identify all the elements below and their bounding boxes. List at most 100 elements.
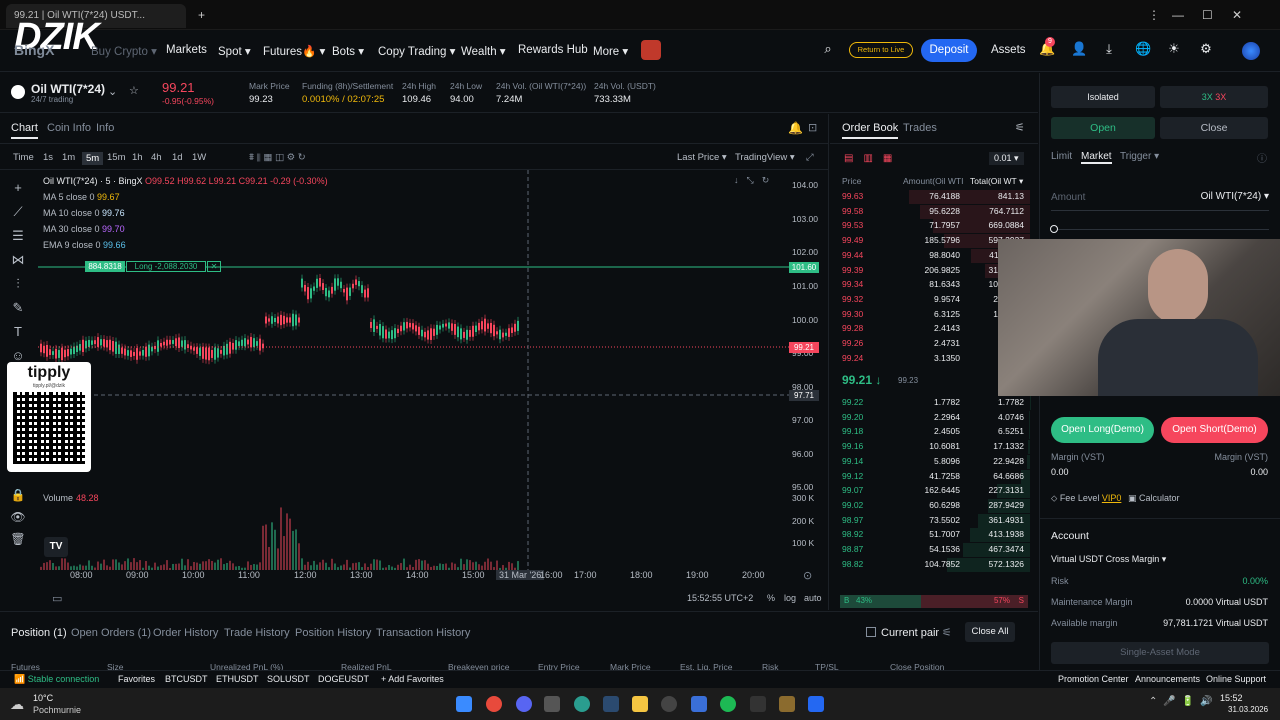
nav-buy-crypto[interactable]: Buy Crypto ▾ xyxy=(91,44,157,58)
timeframe-time[interactable]: Time xyxy=(13,152,34,163)
chart-controls-icon[interactable]: ↓⤡↻ xyxy=(734,175,777,186)
bingx-taskbar-icon[interactable] xyxy=(808,696,824,712)
app-icon[interactable] xyxy=(661,696,677,712)
account-type-select[interactable]: Virtual USDT Cross Margin ▾ xyxy=(1051,554,1166,565)
amount-unit-select[interactable]: Oil WTI(7*24) ▾ xyxy=(1201,191,1269,202)
avatar[interactable] xyxy=(1242,42,1260,60)
expand-icon[interactable]: ⊡ xyxy=(808,121,817,134)
announcements-link[interactable]: Announcements xyxy=(1135,674,1200,684)
theme-icon[interactable]: ☀ xyxy=(1167,42,1181,56)
nav-bots[interactable]: Bots ▾ xyxy=(332,44,364,58)
symbol-name[interactable]: Oil WTI(7*24) xyxy=(31,82,105,96)
order-book-row[interactable]: 98.92 51.7007 413.1938 xyxy=(830,528,1030,543)
tab-coin-info[interactable]: Coin Info xyxy=(47,122,91,134)
nav-futures[interactable]: Futures🔥 ▾ xyxy=(263,44,325,58)
steam-icon[interactable] xyxy=(603,696,619,712)
fee-level-link[interactable]: ⬦ Fee Level VIP0 xyxy=(1051,493,1121,504)
chrome-icon[interactable] xyxy=(486,696,502,712)
timeframe-1m[interactable]: 1m xyxy=(62,152,75,163)
leverage-button[interactable]: 3X 3X xyxy=(1160,86,1268,108)
tab-chart[interactable]: Chart xyxy=(11,122,38,139)
date-range-icon[interactable]: ▭ xyxy=(52,592,62,605)
tab-trade-history[interactable]: Trade History xyxy=(224,627,290,639)
folder-icon[interactable] xyxy=(632,696,648,712)
symbol-dropdown-icon[interactable]: ⌄ xyxy=(108,85,117,98)
close-tab[interactable]: Close xyxy=(1160,117,1268,139)
nav-copy-trading[interactable]: Copy Trading ▾ xyxy=(378,44,455,58)
settings-icon[interactable]: ⚙ xyxy=(1199,42,1213,56)
tab-transaction-history[interactable]: Transaction History xyxy=(376,627,470,639)
close-position-icon[interactable]: ✕ xyxy=(207,261,221,272)
alert-bell-icon[interactable]: 🔔 xyxy=(788,121,803,135)
timeframe-5m[interactable]: 5m xyxy=(82,152,104,165)
order-book-row[interactable]: 98.97 73.5502 361.4931 xyxy=(830,513,1030,528)
tab-position-history[interactable]: Position History xyxy=(295,627,371,639)
obs-icon[interactable] xyxy=(574,696,590,712)
maximize-button[interactable]: ☐ xyxy=(1202,8,1213,22)
tab-trades[interactable]: Trades xyxy=(903,122,937,134)
favorite-pair[interactable]: BTCUSDT xyxy=(165,674,208,684)
nav-markets[interactable]: Markets xyxy=(166,44,207,56)
search-icon[interactable]: ⌕ xyxy=(821,42,835,56)
single-asset-mode-button[interactable]: Single-Asset Mode xyxy=(1051,642,1269,664)
promotion-center-link[interactable]: Promotion Center xyxy=(1058,674,1129,684)
order-book-row[interactable]: 99.58 95.6228 764.7112 xyxy=(830,204,1030,219)
position-qty-tag[interactable]: 884.8318 xyxy=(85,261,125,272)
app-icon[interactable] xyxy=(691,696,707,712)
return-to-live-button[interactable]: Return to Live xyxy=(849,42,913,58)
app-icon[interactable] xyxy=(750,696,766,712)
globe-icon[interactable]: 🌐 xyxy=(1135,42,1151,56)
orderbook-settings-icon[interactable]: ⚟ xyxy=(1015,121,1025,134)
tab-positions[interactable]: Position (1) xyxy=(11,627,67,639)
add-favorites-button[interactable]: + Add Favorites xyxy=(381,674,444,684)
assets-link[interactable]: Assets xyxy=(991,44,1026,56)
tab-info[interactable]: Info xyxy=(96,122,114,134)
timeframe-15m[interactable]: 15m xyxy=(107,152,125,163)
new-tab-button[interactable]: + xyxy=(198,8,205,22)
price-chart[interactable] xyxy=(0,170,829,578)
nav-more[interactable]: More ▾ xyxy=(593,44,628,58)
current-pair-checkbox[interactable] xyxy=(866,627,876,637)
amount-slider[interactable] xyxy=(1051,229,1269,230)
book-view-icons[interactable]: ▤▥▦ xyxy=(844,153,902,164)
timeframe-1w[interactable]: 1W xyxy=(192,152,206,163)
tab-order-history[interactable]: Order History xyxy=(153,627,218,639)
download-icon[interactable]: ⤓ xyxy=(1102,42,1116,56)
time-settings-icon[interactable]: ⊙ xyxy=(803,569,812,582)
fullscreen-icon[interactable]: ⤢ xyxy=(806,152,814,163)
windows-start-icon[interactable] xyxy=(456,696,472,712)
app-icon[interactable] xyxy=(544,696,560,712)
favorite-pair[interactable]: DOGEUSDT xyxy=(318,674,369,684)
timeframe-1s[interactable]: 1s xyxy=(43,152,53,163)
order-book-row[interactable]: 99.14 5.8096 22.9428 xyxy=(830,454,1030,469)
user-icon[interactable]: 👤 xyxy=(1071,42,1087,56)
promo-icon[interactable] xyxy=(641,40,661,60)
filter-icon[interactable]: ⚟ xyxy=(942,626,952,639)
timeframe-1d[interactable]: 1d xyxy=(172,152,183,163)
order-book-row[interactable]: 99.07 162.6445 227.3131 xyxy=(830,484,1030,499)
order-book-row[interactable]: 99.63 76.4188 841.13 xyxy=(830,190,1030,204)
timeframe-4h[interactable]: 4h xyxy=(151,152,162,163)
order-book-row[interactable]: 98.82 104.7852 572.1326 xyxy=(830,557,1030,572)
order-type-limit[interactable]: Limit xyxy=(1051,151,1072,162)
amount-input[interactable]: Amount Oil WTI(7*24) ▾ xyxy=(1051,183,1269,211)
col-total[interactable]: Total(Oil WT ▾ xyxy=(970,176,1023,187)
order-book-row[interactable]: 99.53 71.7957 669.0884 xyxy=(830,219,1030,234)
bingx-logo[interactable]: BingX xyxy=(14,42,54,58)
indicators-icon[interactable]: ⩩ ⫴ ▦ ◫ ⚙ ↻ xyxy=(249,152,306,163)
price-mode-select[interactable]: Last Price ▾ xyxy=(677,152,727,163)
order-book-row[interactable]: 98.87 54.1536 467.3474 xyxy=(830,543,1030,557)
tab-open-orders[interactable]: Open Orders (1) xyxy=(71,627,151,639)
discord-icon[interactable] xyxy=(516,696,532,712)
slider-handle[interactable] xyxy=(1050,225,1058,233)
percent-toggle[interactable]: % xyxy=(767,593,775,603)
clock-time[interactable]: 15:52 xyxy=(1220,693,1243,703)
favorite-star-icon[interactable]: ☆ xyxy=(129,84,139,97)
open-short-button[interactable]: Open Short(Demo) xyxy=(1161,417,1268,443)
calculator-link[interactable]: ▣ Calculator xyxy=(1128,493,1180,504)
favorites-label[interactable]: Favorites xyxy=(118,674,155,684)
log-toggle[interactable]: log xyxy=(784,593,796,603)
open-tab[interactable]: Open xyxy=(1051,117,1155,139)
nav-rewards-hub[interactable]: Rewards Hub xyxy=(518,44,588,56)
info-icon[interactable]: ⓘ xyxy=(1257,150,1267,165)
